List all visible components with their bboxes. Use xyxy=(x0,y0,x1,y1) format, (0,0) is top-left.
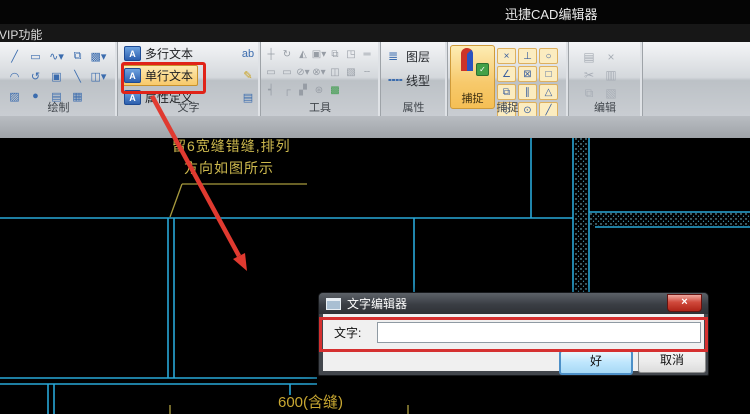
polyline-icon[interactable]: ∿▾ xyxy=(47,47,66,65)
app-window: 迅捷CAD编辑器 VIP功能 ╱▭∿▾⧉▩▾◠↺▣╲◫▾▨●▤▦ 绘制 A 多行… xyxy=(0,0,750,414)
break-icon[interactable]: ⊘▾ xyxy=(296,64,310,80)
group-edit: ▤×✂▥⧉▧ 编辑 xyxy=(568,42,643,116)
offset-icon[interactable]: ▭ xyxy=(280,64,294,80)
cad-dimension-text: 600(含缝) xyxy=(278,391,343,412)
group-snap-label: 捕捉 xyxy=(447,99,568,115)
tools-icon-grid: ┼↻◭▣▾⧉◳═▭▭⊘▾⊗▾◫▧┄┥┌▞⊛▩ xyxy=(260,42,379,99)
construction-line-icon[interactable]: ╲ xyxy=(68,67,87,85)
cad-note-line1: 留6宽缝错缝,排列 xyxy=(172,136,291,156)
snap-perpendicular-icon[interactable]: ⊥ xyxy=(518,48,537,64)
snap-insertion-icon[interactable]: ⧉ xyxy=(497,84,516,100)
trim-icon[interactable]: ⊗▾ xyxy=(312,64,326,80)
paste-icon[interactable]: ▤ xyxy=(579,49,599,65)
cad-note-line2: 方向如图所示 xyxy=(184,158,274,178)
group-tools: ┼↻◭▣▾⧉◳═▭▭⊘▾⊗▾◫▧┄┥┌▞⊛▩ 工具 xyxy=(260,42,381,116)
text-a-icon: A xyxy=(124,46,141,61)
linetype-icon: ╍╍ xyxy=(388,73,406,87)
array-icon[interactable]: ▣▾ xyxy=(312,46,326,62)
dialog-title: 文字编辑器 xyxy=(347,295,407,312)
text-style-icon[interactable]: ab xyxy=(239,48,257,60)
lengthen-icon[interactable]: ┄ xyxy=(360,64,374,80)
ribbon: ╱▭∿▾⧉▩▾◠↺▣╲◫▾▨●▤▦ 绘制 A 多行文本 ab A 单行文本 ✎ xyxy=(0,42,750,116)
delete-icon[interactable]: × xyxy=(601,49,621,65)
leader-line xyxy=(170,184,307,217)
text-editor-dialog: 文字编辑器 × 文字: 好 取消 xyxy=(318,292,709,376)
layers-icon: ≣ xyxy=(388,49,406,63)
wall-hatch-horizontal xyxy=(590,213,750,226)
region-icon[interactable]: ⧉ xyxy=(68,47,87,65)
copy-object-icon[interactable]: ◫▾ xyxy=(89,67,108,85)
arc-icon[interactable]: ◠ xyxy=(5,67,24,85)
move-icon[interactable]: ┼ xyxy=(264,46,278,62)
group-edit-label: 编辑 xyxy=(568,99,642,115)
boundary-hatch-icon[interactable]: ▩▾ xyxy=(89,47,108,65)
align-icon[interactable]: ═ xyxy=(360,46,374,62)
edit-text-icon[interactable]: ✎ xyxy=(239,69,257,82)
layer-button[interactable]: ≣ 图层 xyxy=(388,46,447,66)
title-bar: 迅捷CAD编辑器 xyxy=(0,0,750,24)
stretch-icon[interactable]: ◳ xyxy=(344,46,358,62)
rotate-icon[interactable]: ↻ xyxy=(280,46,294,62)
group-properties: ≣ 图层 ╍╍ 线型 属性 xyxy=(380,42,448,116)
cut-icon[interactable]: ✂ xyxy=(579,67,599,83)
snap-angle-icon[interactable]: ∠ xyxy=(497,66,516,82)
paste-special-icon[interactable]: ▥ xyxy=(601,67,621,83)
magnet-icon: ✓ xyxy=(461,54,485,72)
ok-button[interactable]: 好 xyxy=(559,350,633,375)
snap-endpoint-icon[interactable]: □ xyxy=(539,66,558,82)
fillet-icon[interactable]: ┌ xyxy=(280,82,294,98)
singleline-text-button[interactable]: A 单行文本 ✎ xyxy=(121,65,257,86)
text-a-icon: A xyxy=(124,68,141,83)
wall-hatch-vertical xyxy=(574,138,588,292)
copy-nested-icon[interactable]: ⧉ xyxy=(328,46,342,62)
snap-midpoint-icon[interactable]: △ xyxy=(539,84,558,100)
dialog-close-button[interactable]: × xyxy=(667,294,702,312)
draw-icon-grid: ╱▭∿▾⧉▩▾◠↺▣╲◫▾▨●▤▦ xyxy=(0,42,116,106)
snap-intersection-icon[interactable]: × xyxy=(497,48,516,64)
group-snap: ✓ 捕捉 ×⊥○∠⊠□⧉∥△◇⊙╱ 捕捉 xyxy=(447,42,569,116)
snap-center-icon[interactable]: ○ xyxy=(539,48,558,64)
check-icon: ✓ xyxy=(476,63,489,76)
explode-icon[interactable]: ▧ xyxy=(344,64,358,80)
multiline-text-button[interactable]: A 多行文本 ab xyxy=(121,43,257,64)
group-draw-label: 绘制 xyxy=(0,99,117,115)
erase-icon[interactable]: ▭ xyxy=(264,64,278,80)
group-tools-label: 工具 xyxy=(260,99,380,115)
mirror-icon[interactable]: ◭ xyxy=(296,46,310,62)
linetype-button[interactable]: ╍╍ 线型 xyxy=(388,70,447,90)
dialog-title-bar[interactable]: 文字编辑器 xyxy=(319,293,708,314)
chamfer-icon[interactable]: ▞ xyxy=(296,82,310,98)
group-text-label: 文字 xyxy=(117,99,260,115)
highlight-box-text-field xyxy=(319,317,708,352)
revision-cloud-icon[interactable]: ↺ xyxy=(26,67,45,85)
dialog-window-icon xyxy=(326,298,341,310)
rectangle-icon[interactable]: ▭ xyxy=(26,47,45,65)
ribbon-tab-row: VIP功能 xyxy=(0,24,750,42)
match-properties-icon[interactable]: ▩ xyxy=(328,82,342,98)
group-properties-label: 属性 xyxy=(380,99,447,115)
snap-parallel-icon[interactable]: ∥ xyxy=(518,84,537,100)
scale-icon[interactable]: ◫ xyxy=(328,64,342,80)
toolbar-spacer-band xyxy=(0,116,750,139)
snap-apparent-intersection-icon[interactable]: ⊠ xyxy=(518,66,537,82)
extend-icon[interactable]: ┥ xyxy=(264,82,278,98)
group-text: A 多行文本 ab A 单行文本 ✎ A 属性定义 ▤ 文字 xyxy=(117,42,261,116)
edit-icon-grid: ▤×✂▥⧉▧ xyxy=(568,42,638,102)
line-icon[interactable]: ╱ xyxy=(5,47,24,65)
polyline-edit-icon[interactable]: ⊛ xyxy=(312,82,326,98)
window-title: 迅捷CAD编辑器 xyxy=(505,4,597,23)
cancel-button[interactable]: 取消 xyxy=(638,350,706,373)
group-draw: ╱▭∿▾⧉▩▾◠↺▣╲◫▾▨●▤▦ 绘制 xyxy=(0,42,118,116)
insert-block-icon[interactable]: ▣ xyxy=(47,67,66,85)
